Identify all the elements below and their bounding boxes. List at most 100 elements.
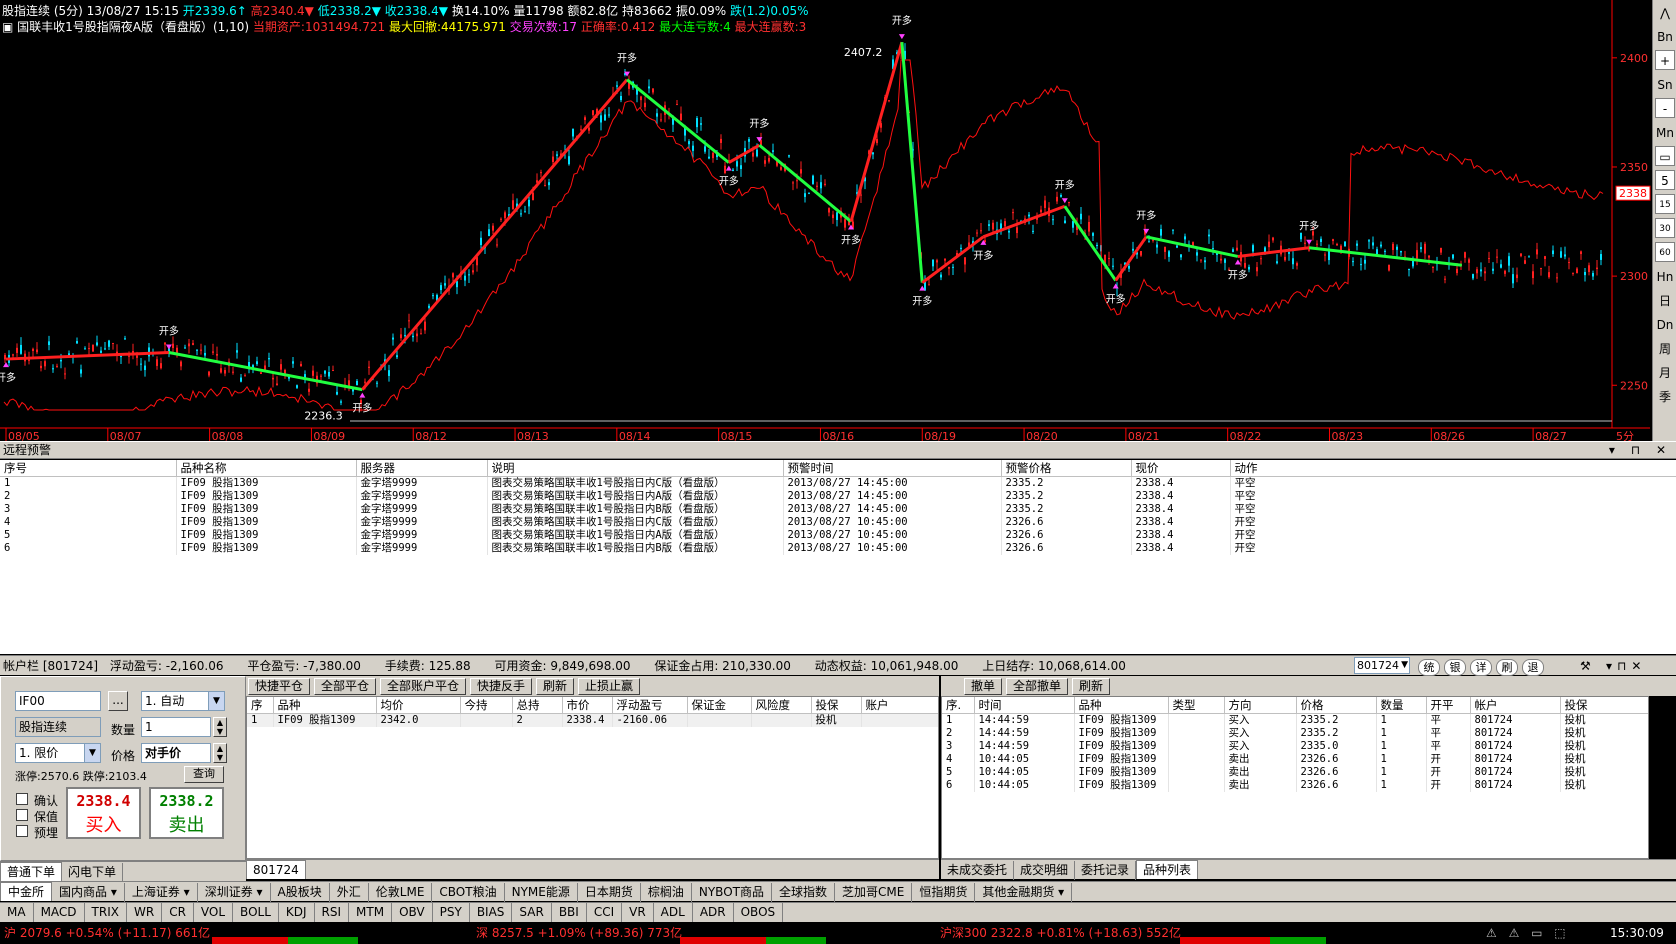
tab-indicator-8[interactable]: RSI [315, 903, 350, 922]
tab-indicator-4[interactable]: CR [162, 903, 194, 922]
tab-indicator-5[interactable]: VOL [194, 903, 234, 922]
order-action-button-0[interactable]: 撤单 [964, 678, 1002, 695]
tab-market-14[interactable]: 恒指期货 [912, 883, 976, 902]
chart-tool-button-14[interactable]: 周 [1655, 338, 1675, 358]
tab-indicator-6[interactable]: BOLL [233, 903, 279, 922]
tab-market-7[interactable]: CBOT粮油 [432, 883, 505, 902]
chart-tool-button-3[interactable]: Sn [1655, 74, 1675, 94]
tab-indicator-14[interactable]: BBI [552, 903, 587, 922]
status-icons[interactable]: ⚠ ⚠ ▭ ⬚ [1486, 923, 1570, 944]
price-stepper[interactable]: ▲ ▼ [213, 743, 227, 763]
positions-table[interactable]: 序品种 均价 今持 总持 市价 浮动盈亏 保证金 风险度 投保 账户 1 IF09 股指1309 23… [247, 697, 938, 727]
column-header[interactable]: 预警价格 [1001, 460, 1132, 477]
position-action-button-0[interactable]: 快捷平仓 [248, 678, 310, 695]
positions-table-pane[interactable]: 序品种 均价 今持 总持 市价 浮动盈亏 保证金 风险度 投保 账户 1 IF09 股指1309 23… [246, 696, 939, 859]
tab-indicator-15[interactable]: CCI [587, 903, 623, 922]
tab-indicator-7[interactable]: KDJ [279, 903, 315, 922]
hedge-checkbox[interactable] [16, 809, 28, 821]
tab-indicator-11[interactable]: PSY [433, 903, 470, 922]
tab-indicator-9[interactable]: MTM [349, 903, 393, 922]
tab-indicator-1[interactable]: MACD [34, 903, 85, 922]
alert-row[interactable]: 3 IF09 股指1309 金字塔9999 图表交易策略国联丰收1号股指日内B版（看盘… [0, 503, 1676, 516]
alerts-table-pane[interactable]: 序号 品种名称 服务器 说明 预警时间 预警价格 现价 动作 1 IF09 股指1309 金字塔9… [0, 460, 1676, 654]
order-row[interactable]: 4 10:44:05 IF09 股指1309 卖出 2326.6 1 开 801724 投机 [942, 753, 1648, 766]
column-header[interactable]: 价格 [1296, 697, 1377, 714]
sell-button[interactable]: 2338.2 卖出 [149, 787, 224, 839]
query-button[interactable]: 查询 [184, 766, 224, 783]
quantity-input[interactable]: 1 [141, 717, 211, 737]
column-header[interactable]: 服务器 [356, 460, 488, 477]
position-action-button-1[interactable]: 全部平仓 [314, 678, 376, 695]
chart-tool-button-2[interactable]: + [1655, 50, 1675, 70]
column-header[interactable]: 投保 [811, 697, 862, 714]
position-action-button-5[interactable]: 止损止赢 [578, 678, 640, 695]
kline-chart[interactable]: 2400 2350 2300 2250 2338 08/05 08/07 08/08 08/09… [0, 0, 1676, 441]
tab-indicator-3[interactable]: WR [127, 903, 163, 922]
chart-tool-button-16[interactable]: 季 [1655, 386, 1675, 406]
chart-tool-button-11[interactable]: Hn [1655, 266, 1675, 286]
alert-row[interactable]: 2 IF09 股指1309 金字塔9999 图表交易策略国联丰收1号股指日内A版（看盘… [0, 490, 1676, 503]
tab-indicator-12[interactable]: BIAS [470, 903, 513, 922]
column-header[interactable]: 序号 [0, 460, 177, 477]
chart-tool-button-8[interactable]: 15 [1655, 194, 1675, 214]
tab-indicator-2[interactable]: TRIX [85, 903, 127, 922]
alert-row[interactable]: 6 IF09 股指1309 金字塔9999 图表交易策略国联丰收1号股指日内B版（看盘… [0, 542, 1676, 555]
column-header[interactable]: 动作 [1230, 460, 1676, 477]
column-header[interactable]: 保证金 [687, 697, 752, 714]
contract-code-input[interactable]: IF00 [15, 691, 101, 711]
chart-tool-button-6[interactable]: ▭ [1655, 146, 1675, 166]
column-header[interactable]: 方向 [1224, 697, 1297, 714]
column-header[interactable]: 浮动盈亏 [612, 697, 688, 714]
order-row[interactable]: 3 14:44:59 IF09 股指1309 买入 2335.0 1 平 801724 投机 [942, 740, 1648, 753]
account-tool-button-4[interactable]: 退 [1522, 659, 1544, 676]
tab-market-2[interactable]: 上海证券 ▾ [125, 883, 198, 902]
tab-orders-1[interactable]: 成交明细 [1014, 861, 1076, 880]
column-header[interactable]: 数量 [1376, 697, 1427, 714]
alert-row[interactable]: 1 IF09 股指1309 金字塔9999 图表交易策略国联丰收1号股指日内C版（看盘… [0, 476, 1676, 490]
quantity-stepper[interactable]: ▲ ▼ [213, 717, 227, 737]
column-header[interactable]: 风险度 [751, 697, 812, 714]
column-header[interactable]: 投保 [1560, 697, 1648, 714]
tab-market-10[interactable]: 棕榈油 [641, 883, 692, 902]
chart-tool-button-5[interactable]: Mn [1655, 122, 1675, 142]
order-row[interactable]: 2 14:44:59 IF09 股指1309 买入 2335.2 1 平 801724 投机 [942, 727, 1648, 740]
tab-indicator-18[interactable]: ADR [693, 903, 734, 922]
column-header[interactable]: 预警时间 [783, 460, 1002, 477]
column-header[interactable]: 帐户 [1470, 697, 1561, 714]
chart-tool-button-9[interactable]: 30 [1655, 218, 1675, 238]
tab-market-4[interactable]: A股板块 [271, 883, 330, 902]
tab-account-801724[interactable]: 801724 [246, 860, 306, 879]
tab-market-11[interactable]: NYBOT商品 [692, 883, 772, 902]
tab-market-1[interactable]: 国内商品 ▾ [52, 883, 125, 902]
tab-indicator-17[interactable]: ADL [654, 903, 693, 922]
tab-market-15[interactable]: 其他金融期货 ▾ [975, 883, 1073, 902]
price-type-select[interactable]: 1. 限价 ▼ [15, 743, 101, 763]
chart-tool-button-1[interactable]: Bn [1655, 26, 1675, 46]
column-header[interactable]: 市价 [562, 697, 613, 714]
tab-market-6[interactable]: 伦敦LME [369, 883, 433, 902]
account-tool-button-3[interactable]: 刷 [1496, 659, 1518, 676]
tab-market-9[interactable]: 日本期货 [578, 883, 641, 902]
column-header[interactable]: 类型 [1168, 697, 1225, 714]
tab-market-3[interactable]: 深圳证券 ▾ [198, 883, 271, 902]
column-header[interactable]: 说明 [487, 460, 784, 477]
column-header[interactable]: 序. [942, 697, 975, 714]
account-tool-button-2[interactable]: 详 [1470, 659, 1492, 676]
chart-tool-button-10[interactable]: 60 [1655, 242, 1675, 262]
tab-market-8[interactable]: NYME能源 [505, 883, 578, 902]
order-mode-select[interactable]: 1. 自动 ▼ [141, 691, 225, 711]
orders-table[interactable]: 序. 时间 品种 类型 方向 价格 数量 开平 帐户 投保 1 14:44:59 IF09 股指130… [942, 697, 1648, 792]
position-action-button-2[interactable]: 全部账户平仓 [380, 678, 466, 695]
tab-market-0[interactable]: 中金所 [0, 882, 53, 901]
chart-tool-button-12[interactable]: 日 [1655, 290, 1675, 310]
alerts-table[interactable]: 序号 品种名称 服务器 说明 预警时间 预警价格 现价 动作 1 IF09 股指1309 金字塔9… [0, 460, 1676, 555]
column-header[interactable]: 品种 [1074, 697, 1169, 714]
column-header[interactable]: 均价 [376, 697, 461, 714]
tab-indicator-0[interactable]: MA [0, 903, 34, 922]
tab-market-12[interactable]: 全球指数 [772, 883, 835, 902]
column-header[interactable]: 总持 [512, 697, 563, 714]
tab-indicator-10[interactable]: OBV [392, 903, 433, 922]
chart-canvas[interactable]: 2400 2350 2300 2250 2338 08/05 08/07 08/08 08/09… [0, 0, 1652, 441]
column-header[interactable]: 账户 [861, 697, 938, 714]
tab-market-13[interactable]: 芝加哥CME [835, 883, 913, 902]
